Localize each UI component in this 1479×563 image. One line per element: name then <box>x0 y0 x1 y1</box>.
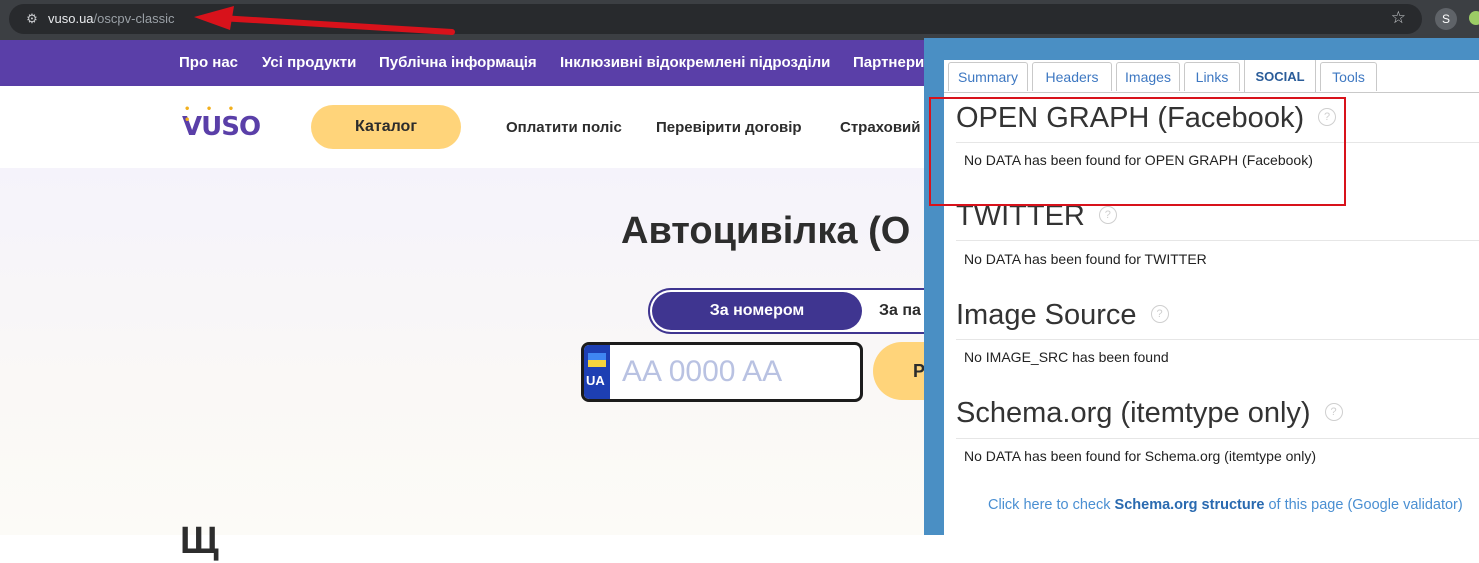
schema-validator-link[interactable]: Click here to check Schema.org structure… <box>988 497 1463 513</box>
section-heading: Щ <box>180 520 219 562</box>
extension-tabbar: Summary Headers Images Links SOCIAL Tool… <box>944 60 1479 93</box>
hero-section: Автоцивілка (О За номером За па UA Р Щ <box>0 168 953 562</box>
page-title: Автоцивілка (О <box>621 210 911 252</box>
red-arrow-annotation <box>194 6 455 35</box>
check-contract-link[interactable]: Перевірити договір <box>656 119 802 136</box>
ukraine-flag-icon <box>588 353 606 360</box>
tab-social[interactable]: SOCIAL <box>1244 60 1316 92</box>
by-params-option[interactable]: За па <box>879 302 921 320</box>
catalog-button[interactable]: Каталог <box>311 105 461 149</box>
nav-products[interactable]: Усі продукти <box>262 54 356 71</box>
extension-icon[interactable]: S <box>1435 8 1457 30</box>
help-icon[interactable]: ? <box>1324 403 1343 422</box>
plate-flag: UA <box>584 345 610 399</box>
divider <box>956 438 1479 439</box>
license-plate-field[interactable]: UA <box>581 342 863 402</box>
section-message: No IMAGE_SRC has been found <box>964 349 1169 365</box>
section-message: No DATA has been found for TWITTER <box>964 251 1207 267</box>
red-highlight-annotation <box>929 97 1346 206</box>
nav-public-info[interactable]: Публічна інформація <box>379 54 537 71</box>
site-header: • • • • VUSO Каталог Оплатити поліс Перев… <box>0 86 930 168</box>
divider <box>956 240 1479 241</box>
profile-icon[interactable] <box>1469 11 1479 25</box>
plate-country: UA <box>586 373 605 388</box>
tab-links[interactable]: Links <box>1184 62 1240 91</box>
by-number-option[interactable]: За номером <box>652 292 862 330</box>
site-logo[interactable]: • • • • VUSO <box>182 104 261 142</box>
help-icon[interactable]: ? <box>1098 206 1117 225</box>
insurance-link[interactable]: Страховий <box>840 119 920 136</box>
tab-summary[interactable]: Summary <box>948 62 1028 91</box>
site-top-nav: Про нас Усі продукти Публічна інформація… <box>0 40 930 86</box>
star-icon[interactable]: ☆ <box>1391 8 1406 28</box>
tab-tools[interactable]: Tools <box>1320 62 1377 91</box>
tab-images[interactable]: Images <box>1116 62 1180 91</box>
pay-policy-link[interactable]: Оплатити поліс <box>506 119 622 136</box>
help-icon[interactable]: ? <box>1150 305 1169 324</box>
divider <box>956 339 1479 340</box>
nav-inclusive[interactable]: Інклюзивні відокремлені підрозділи <box>560 54 830 71</box>
ukraine-flag-stripe <box>588 360 606 367</box>
plate-input[interactable] <box>620 351 854 393</box>
section-title: Image Source? <box>956 299 1169 332</box>
nav-partners[interactable]: Партнери <box>853 54 924 71</box>
nav-about[interactable]: Про нас <box>179 54 238 71</box>
url-text[interactable]: vuso.ua/oscpv-classic <box>48 11 174 26</box>
section-title: Schema.org (itemtype only)? <box>956 397 1343 430</box>
search-mode-toggle[interactable]: За номером За па <box>648 288 952 334</box>
tune-icon[interactable]: ⚙ <box>22 9 42 29</box>
section-message: No DATA has been found for Schema.org (i… <box>964 448 1316 464</box>
tab-headers[interactable]: Headers <box>1032 62 1112 91</box>
